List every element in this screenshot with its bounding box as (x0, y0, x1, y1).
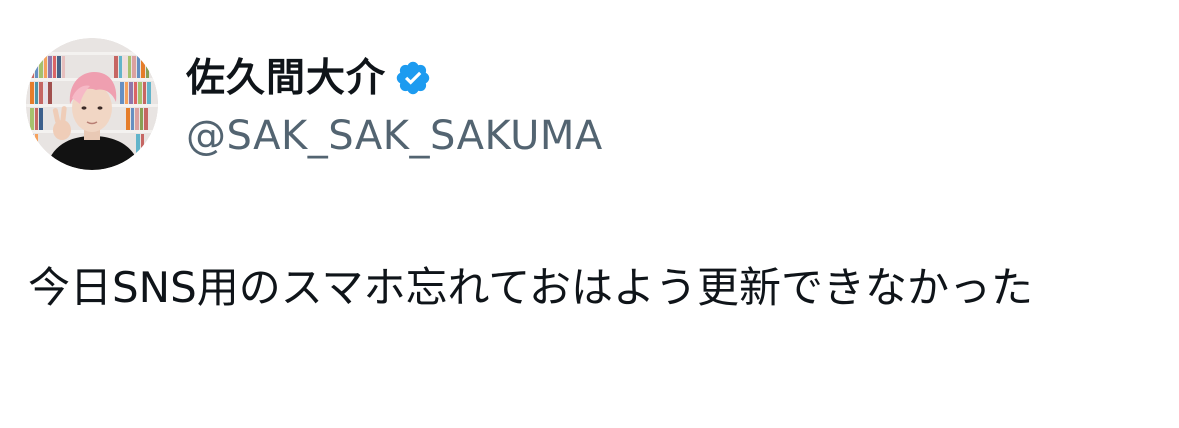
avatar-image (26, 38, 158, 170)
tweet-text: 今日SNS用のスマホ忘れておはよう更新できなかった (28, 263, 1033, 312)
user-handle[interactable]: @SAK_SAK_SAKUMA (186, 116, 603, 156)
verified-badge-icon[interactable] (394, 59, 432, 97)
display-name[interactable]: 佐久間大介 (186, 59, 386, 98)
display-name-row: 佐久間大介 (186, 52, 603, 104)
tweet-card: 佐久間大介 @SAK_SAK_SAKUMA 今日SNS用のスマホ忘れておはよう更… (0, 0, 1179, 428)
author-names: 佐久間大介 @SAK_SAK_SAKUMA (186, 52, 603, 157)
avatar[interactable] (26, 38, 158, 170)
tweet-header: 佐久間大介 @SAK_SAK_SAKUMA (26, 38, 603, 170)
